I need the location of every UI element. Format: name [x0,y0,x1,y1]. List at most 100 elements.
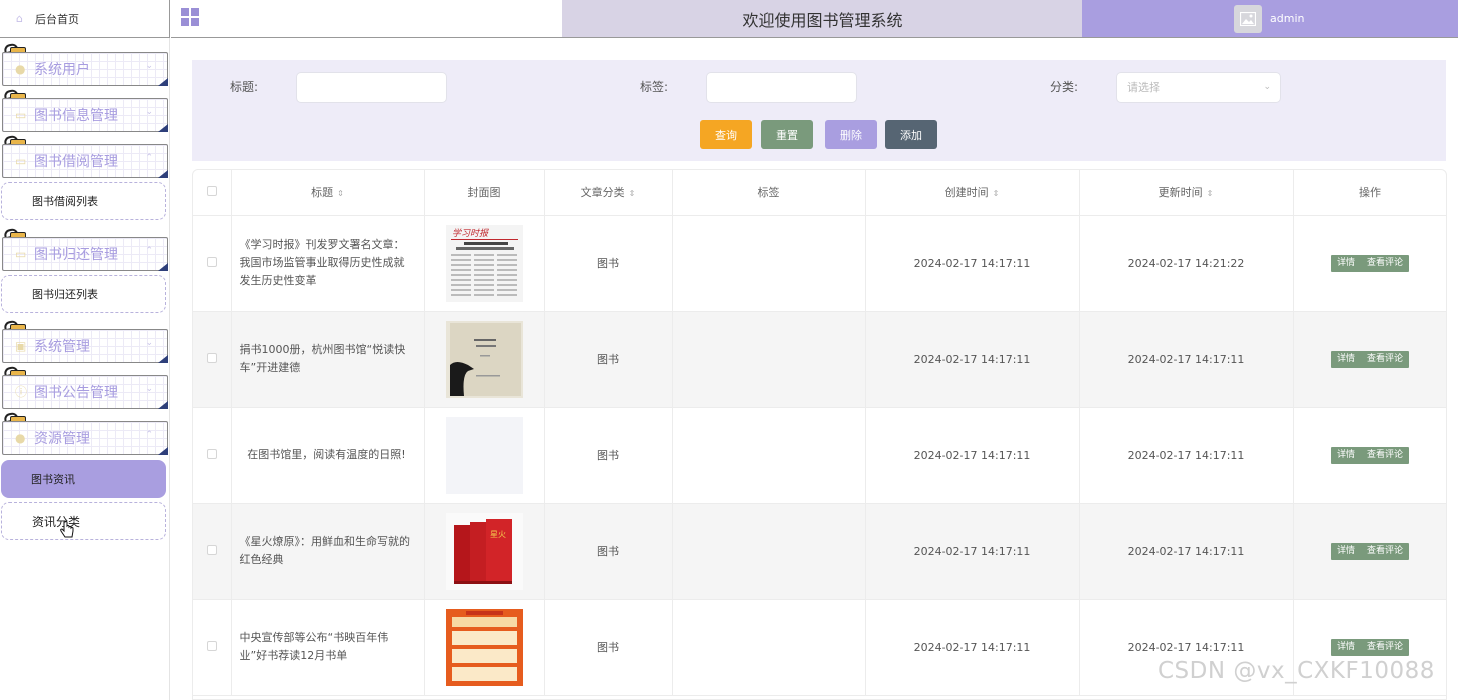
sidebar-item-return-list[interactable]: 图书归还列表 [1,275,166,313]
row-tags [672,311,866,408]
chevron-down-icon: ⌄ [145,61,153,71]
row-updated: 2024-02-17 14:17:11 [1079,311,1294,408]
detail-button[interactable]: 详情 [1331,351,1361,368]
column-header-created[interactable]: 创建时间 ⇕ [865,170,1080,216]
row-created: 2024-02-17 14:17:11 [865,503,1080,600]
row-checkbox[interactable] [206,256,217,267]
column-header-tags: 标签 [672,170,866,216]
detail-button[interactable]: 详情 [1331,639,1361,656]
row-category: 图书 [544,215,673,312]
sort-icon[interactable]: ⇕ [629,189,636,198]
view-comments-button[interactable]: 查看评论 [1361,639,1409,656]
image-icon: ▣ [15,338,27,353]
page-title: 欢迎使用图书管理系统 [562,0,1083,37]
row-category: 图书 [544,503,673,600]
chevron-down-icon: ⌄ [145,338,153,348]
avatar [1234,4,1262,33]
table-row: 捐书1000册，杭州图书馆“悦读快车”开进建德 图书 2024-02-17 14… [193,311,1446,408]
detail-button[interactable]: 详情 [1331,255,1361,272]
tag-search-input[interactable] [706,72,857,103]
sidebar-menu-borrow[interactable]: ▭ 图书借阅管理 ⌃ [2,144,168,178]
detail-button[interactable]: 详情 [1331,447,1361,464]
sidebar-menu-resources[interactable]: ● 资源管理 ⌃ [2,421,168,455]
chevron-up-icon: ⌃ [145,430,153,440]
sort-icon[interactable]: ⇕ [337,189,344,198]
svg-text:星火: 星火 [490,530,506,539]
row-tags [672,407,866,504]
row-created: 2024-02-17 14:17:11 [865,311,1080,408]
query-button[interactable]: 查询 [700,120,752,149]
row-category: 图书 [544,407,673,504]
table-header-row: 标题 ⇕ 封面图 文章分类 ⇕ 标签 创建时间 ⇕ 更新时间 ⇕ 操作 [193,170,1446,216]
view-comments-button[interactable]: 查看评论 [1361,543,1409,560]
sidebar-menu-system[interactable]: ▣ 系统管理 ⌄ [2,329,168,363]
view-comments-button[interactable]: 查看评论 [1361,351,1409,368]
image-placeholder-icon [1240,11,1256,26]
column-header-actions: 操作 [1293,170,1446,216]
folder-icon: ▭ [15,246,27,261]
info-icon: ⓘ [15,384,28,399]
reset-button[interactable]: 重置 [761,120,813,149]
column-header-updated[interactable]: 更新时间 ⇕ [1079,170,1294,216]
row-actions: 详情 查看评论 [1330,638,1410,656]
sidebar-item-book-news[interactable]: 图书资讯 [1,460,166,498]
tag-label: 标签: [640,80,669,94]
row-updated: 2024-02-17 14:17:11 [1079,503,1294,600]
table-row: 在图书馆里，阅读有温度的日照! 图书 2024-02-17 14:17:11 2… [193,407,1446,504]
hand-cursor-icon [60,521,74,538]
row-updated: 2024-02-17 14:21:22 [1079,215,1294,312]
row-title: 捐书1000册，杭州图书馆“悦读快车”开进建德 [231,311,425,408]
category-select[interactable]: 请选择 ⌄ [1116,72,1281,103]
title-search-input[interactable] [296,72,447,103]
chevron-up-icon: ⌃ [145,153,153,163]
sidebar-item-news-category[interactable]: 资讯分类 [1,502,166,540]
row-created: 2024-02-17 14:17:11 [865,599,1080,696]
title-label: 标题: [230,80,259,94]
user-icon: ● [15,61,26,76]
sidebar-menu-book-info[interactable]: ▭ 图书信息管理 ⌄ [2,98,168,132]
row-checkbox[interactable] [206,544,217,555]
lightbulb-icon: ● [15,430,26,445]
row-tags [672,599,866,696]
sidebar-menu-system-users[interactable]: ● 系统用户 ⌄ [2,52,168,86]
sort-icon[interactable]: ⇕ [993,189,1000,198]
top-bar: 欢迎使用图书管理系统 admin [171,0,1458,38]
row-actions: 详情 查看评论 [1330,542,1410,560]
column-header-category[interactable]: 文章分类 ⇕ [544,170,673,216]
row-title: 《学习时报》刊发罗文署名文章：我国市场监管事业取得历史性成就发生历史性变革 [231,215,425,312]
row-title: 中央宣传部等公布“书映百年伟业”好书荐读12月书单 [231,599,425,696]
column-header-cover: 封面图 [424,170,545,216]
row-tags [672,215,866,312]
row-checkbox[interactable] [206,448,217,459]
select-all-checkbox[interactable] [206,185,217,196]
sidebar-item-home[interactable]: ⌂ 后台首页 [0,0,170,38]
row-updated: 2024-02-17 14:17:11 [1079,407,1294,504]
sidebar-menu-notice[interactable]: ⓘ 图书公告管理 ⌄ [2,375,168,409]
menu-grid-icon[interactable] [181,8,199,26]
chevron-down-icon: ⌄ [1263,82,1271,92]
newspaper-cover-image: 学习时报 [445,224,523,302]
search-bar: 标题: 标签: 分类: 请选择 ⌄ 查询 重置 删除 添加 [192,60,1446,161]
detail-button[interactable]: 详情 [1331,543,1361,560]
view-comments-button[interactable]: 查看评论 [1361,255,1409,272]
svg-text:学习时报: 学习时报 [452,228,489,239]
row-actions: 详情 查看评论 [1330,446,1410,464]
row-checkbox[interactable] [206,352,217,363]
column-header-title[interactable]: 标题 ⇕ [231,170,425,216]
sidebar-item-borrow-list[interactable]: 图书借阅列表 [1,182,166,220]
add-button[interactable]: 添加 [885,120,937,149]
red-books-cover-image: 星火 [445,512,523,590]
delete-button[interactable]: 删除 [825,120,877,149]
folder-icon: ▭ [15,107,27,122]
row-checkbox[interactable] [206,640,217,651]
sidebar-menu-return[interactable]: ▭ 图书归还管理 ⌃ [2,237,168,271]
chevron-down-icon: ⌄ [145,384,153,394]
view-comments-button[interactable]: 查看评论 [1361,447,1409,464]
row-created: 2024-02-17 14:17:11 [865,215,1080,312]
select-all-cell [193,170,232,216]
sort-icon[interactable]: ⇕ [1207,189,1214,198]
user-menu[interactable]: admin [1082,0,1458,37]
news-table: 标题 ⇕ 封面图 文章分类 ⇕ 标签 创建时间 ⇕ 更新时间 ⇕ 操作 《学习时报》刊发… [192,169,1447,700]
category-label: 分类: [1050,80,1079,94]
orange-poster-cover-image [445,608,523,686]
